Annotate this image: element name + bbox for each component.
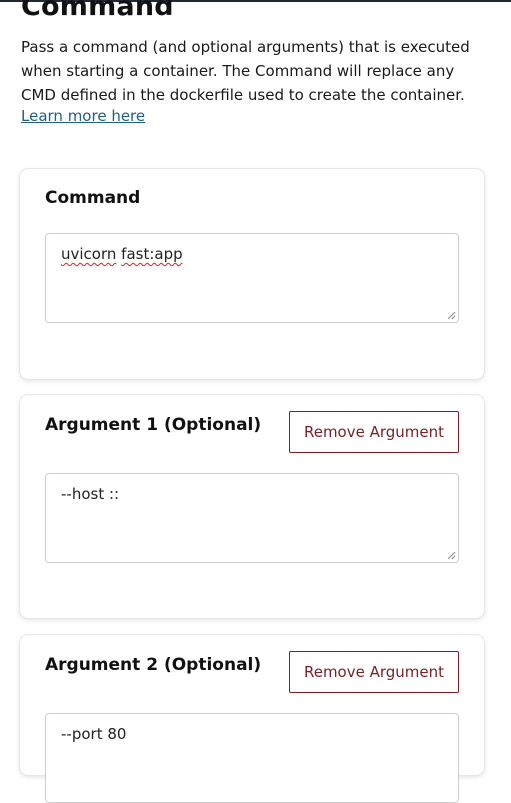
resize-grip-icon[interactable]	[447, 311, 456, 320]
argument-2-value: --port 80	[61, 725, 127, 743]
command-card: Command uvicorn fast:app	[20, 169, 484, 379]
command-label: Command	[45, 188, 141, 208]
command-input[interactable]: uvicorn fast:app	[45, 233, 459, 323]
command-settings-page: Command Pass a command (and optional arg…	[0, 0, 511, 803]
command-value-word-1: uvicorn	[61, 245, 117, 263]
argument-1-input[interactable]: --host ::	[45, 473, 459, 563]
section-description: Pass a command (and optional arguments) …	[21, 38, 470, 104]
learn-more-link[interactable]: Learn more here	[21, 107, 145, 125]
argument-2-label: Argument 2 (Optional)	[45, 655, 262, 675]
argument-2-input[interactable]: --port 80	[45, 713, 459, 803]
command-value-word-2: fast:app	[121, 245, 183, 263]
argument-1-value: --host ::	[61, 485, 120, 503]
remove-argument-1-button[interactable]: Remove Argument	[289, 411, 459, 453]
resize-grip-icon[interactable]	[447, 551, 456, 560]
argument-card-2: Argument 2 (Optional) Remove Argument --…	[20, 635, 484, 803]
argument-1-label: Argument 1 (Optional)	[45, 415, 262, 435]
argument-card-1: Argument 1 (Optional) Remove Argument --…	[20, 395, 484, 618]
remove-argument-2-button[interactable]: Remove Argument	[289, 651, 459, 693]
section-title: Command	[21, 0, 174, 22]
